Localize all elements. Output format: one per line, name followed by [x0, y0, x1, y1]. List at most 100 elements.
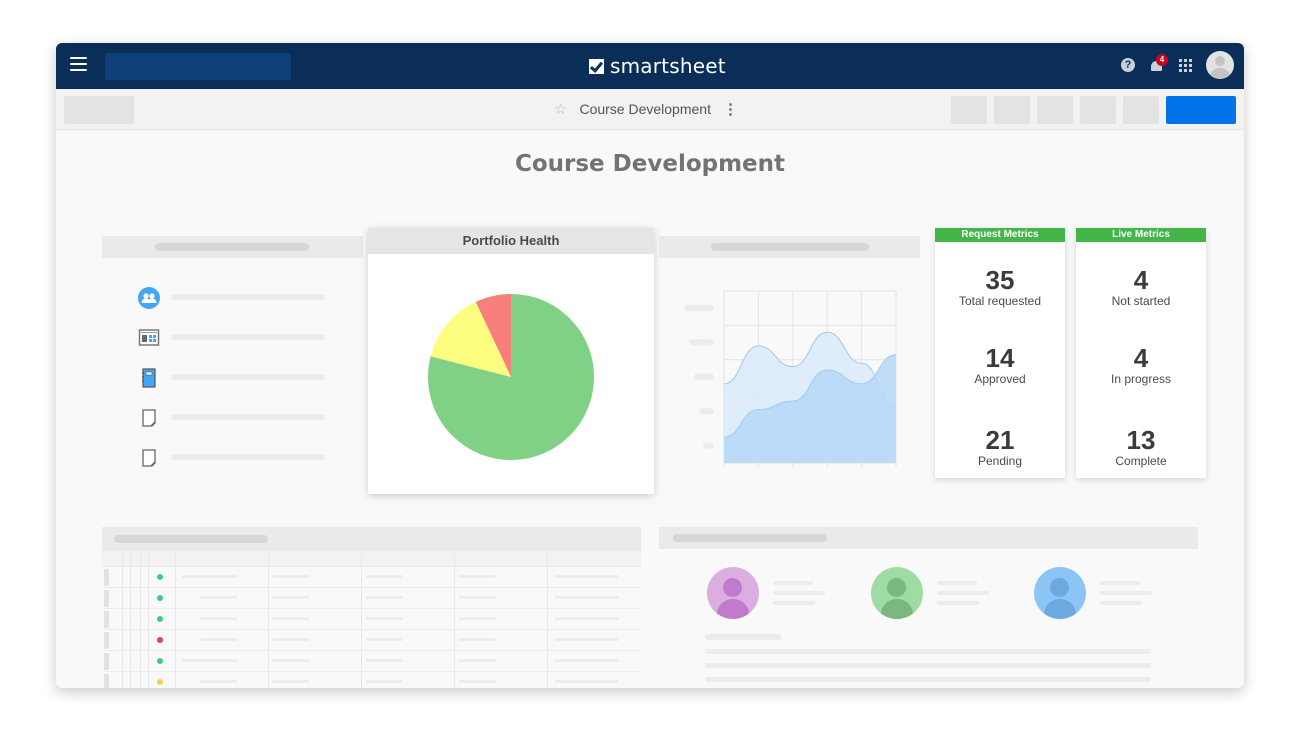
cell-value [182, 575, 237, 578]
contact-detail-line [773, 591, 825, 595]
y-tick-label [684, 305, 714, 311]
cell-value [555, 617, 619, 620]
contact-detail-line [1100, 591, 1152, 595]
status-dot-green [157, 595, 163, 601]
list-item[interactable] [138, 407, 328, 427]
cell-value [366, 680, 403, 683]
list-item-label [171, 454, 325, 460]
row-handle-icon[interactable] [104, 674, 109, 688]
table-row[interactable] [102, 672, 641, 688]
notification-badge: 4 [1156, 54, 1168, 66]
report-table-widget [102, 527, 641, 688]
report-table [102, 551, 641, 688]
row-handle-icon[interactable] [104, 590, 109, 607]
metric-value: 35 [985, 265, 1015, 295]
portfolio-health-widget[interactable]: Portfolio Health [368, 228, 654, 494]
contact-detail-line [1100, 581, 1140, 585]
contact-detail-line [937, 601, 979, 605]
contacts-icon [138, 287, 160, 309]
list-item[interactable] [138, 367, 328, 388]
list-item-label [171, 334, 325, 340]
toolbar-button-3[interactable] [1037, 96, 1073, 124]
row-handle-icon[interactable] [104, 569, 109, 586]
table-row[interactable] [102, 630, 641, 651]
table-row[interactable] [102, 609, 641, 630]
metric-label: In progress [1110, 372, 1172, 386]
metric-value: 4 [1133, 265, 1149, 295]
notifications-button[interactable]: 4 [1149, 54, 1168, 74]
cell-value [459, 617, 496, 620]
user-avatar[interactable] [1206, 51, 1234, 79]
cell-value [555, 680, 619, 683]
more-options-icon[interactable]: ⋮ [723, 100, 738, 118]
metric-in-progress: 4 In progress [1076, 344, 1206, 386]
contact-card[interactable] [871, 567, 1021, 619]
brand-name: smartsheet [610, 54, 726, 78]
y-tick-label [703, 442, 714, 449]
contacts-widget [659, 527, 1198, 688]
toolbar-button-1[interactable] [951, 96, 987, 124]
metric-header: Request Metrics [935, 228, 1065, 242]
table-row[interactable] [102, 588, 641, 609]
toolbar-button-2[interactable] [994, 96, 1030, 124]
primary-action-button[interactable] [1166, 96, 1236, 124]
smartsheet-logo-icon [589, 58, 604, 74]
area-chart [684, 290, 897, 467]
back-button[interactable] [64, 96, 134, 124]
list-item[interactable] [138, 327, 328, 347]
cell-value [555, 575, 619, 578]
metric-complete: 13 Complete [1076, 426, 1206, 468]
hamburger-icon[interactable] [70, 57, 87, 74]
y-tick-label [699, 408, 714, 415]
grid-icon[interactable] [1179, 58, 1192, 72]
metric-total-requested: 35 Total requested [935, 266, 1065, 308]
contact-detail-line [937, 581, 977, 585]
cell-value [200, 680, 237, 683]
cell-value [366, 617, 403, 620]
question-circle-icon[interactable]: ? [1121, 58, 1135, 72]
notebook-icon [142, 368, 156, 388]
area-chart-widget[interactable] [659, 236, 920, 496]
table-row[interactable] [102, 567, 641, 588]
row-handle-icon[interactable] [104, 611, 109, 628]
row-handle-icon[interactable] [104, 632, 109, 649]
request-metrics-widget: Request Metrics 35 Total requested 14 Ap… [935, 228, 1065, 478]
cell-value [555, 596, 619, 599]
toolbar-button-5[interactable] [1123, 96, 1159, 124]
contact-avatar-icon [1034, 567, 1086, 619]
metric-not-started: 4 Not started [1076, 266, 1206, 308]
brand-logo[interactable]: smartsheet [589, 53, 726, 79]
cell-value [459, 659, 496, 662]
live-metrics-widget: Live Metrics 4 Not started 4 In progress… [1076, 228, 1206, 478]
metric-label: Complete [1115, 454, 1167, 468]
cell-value [366, 638, 403, 641]
search-input[interactable] [105, 53, 291, 80]
sheet-toolbar: ☆ Course Development ⋮ [56, 89, 1244, 130]
cell-value [200, 617, 237, 620]
cell-value [182, 659, 237, 662]
dashboard-title: Course Development [514, 151, 786, 177]
text-line [705, 634, 781, 640]
cell-value [459, 596, 496, 599]
widget-header [659, 527, 1198, 549]
contact-card[interactable] [707, 567, 857, 619]
list-item-label [171, 294, 325, 300]
metric-value: 14 [985, 343, 1015, 373]
status-dot-red [157, 637, 163, 643]
list-item[interactable] [138, 287, 328, 309]
metric-label: Not started [1111, 294, 1171, 308]
status-dot-green [157, 616, 163, 622]
widget-title: Portfolio Health [368, 228, 654, 254]
widget-header [102, 527, 641, 551]
contact-card[interactable] [1034, 567, 1184, 619]
list-item[interactable] [138, 447, 328, 467]
row-handle-icon[interactable] [104, 653, 109, 670]
contact-detail-line [773, 581, 813, 585]
cell-value [272, 596, 309, 599]
cell-value [366, 575, 403, 578]
favorite-star-icon[interactable]: ☆ [554, 100, 567, 118]
document-icon [142, 449, 156, 467]
table-row[interactable] [102, 651, 641, 672]
toolbar-button-4[interactable] [1080, 96, 1116, 124]
dashboard-icon [138, 329, 160, 346]
